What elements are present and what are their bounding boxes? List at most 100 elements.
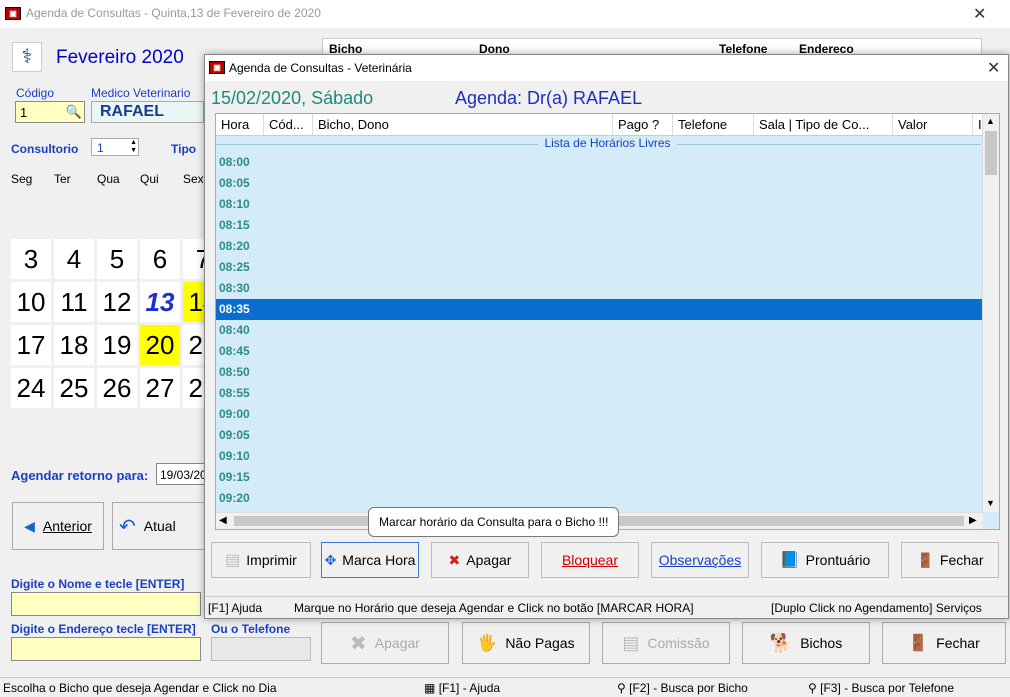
help-key-icon: ▦: [424, 681, 436, 695]
calendar-day[interactable]: 6: [140, 239, 180, 279]
bloquear-button[interactable]: Bloquear: [541, 542, 639, 578]
time-row[interactable]: 08:20: [216, 236, 983, 257]
door-exit-icon: 🚪: [908, 635, 929, 652]
schedule-grid[interactable]: Hora Cód... Bicho, Dono Pago ? Telefone …: [215, 113, 1000, 530]
retorno-value: 19/03/20: [160, 468, 206, 482]
agenda-dialog: ▣ Agenda de Consultas - Veterinária ✕ 15…: [204, 54, 1009, 619]
vertical-scrollbar[interactable]: ▲ ▼: [982, 114, 999, 512]
col-telefone[interactable]: Telefone: [673, 114, 754, 135]
time-row[interactable]: 08:00: [216, 152, 983, 173]
apagar-dialog-label: Apagar: [466, 552, 512, 568]
calendar-day-highlighted[interactable]: 20: [140, 325, 180, 365]
fechar-dialog-button[interactable]: 🚪 Fechar: [901, 542, 999, 578]
calendar-day[interactable]: 27: [140, 368, 180, 408]
calendar-day[interactable]: 5: [97, 239, 137, 279]
col-pago[interactable]: Pago ?: [613, 114, 673, 135]
scroll-down-icon[interactable]: ▼: [986, 498, 995, 508]
nao-pagas-label: Não Pagas: [505, 635, 575, 651]
main-status-bar: Escolha o Bicho que deseja Agendar e Cli…: [0, 677, 1010, 697]
telefone-input[interactable]: [211, 637, 311, 661]
vertical-scroll-thumb[interactable]: [985, 131, 997, 175]
weekday-qui: Qui: [140, 172, 159, 186]
time-row[interactable]: 08:45: [216, 341, 983, 362]
main-close-icon[interactable]: ✕: [973, 4, 986, 24]
observacoes-button[interactable]: Observações: [651, 542, 749, 578]
consultorio-spinner[interactable]: 1 ▲ ▼: [91, 138, 139, 156]
time-row[interactable]: 08:15: [216, 215, 983, 236]
fechar-main-button[interactable]: 🚪 Fechar: [882, 622, 1006, 664]
spinner-arrows-icon[interactable]: ▲ ▼: [130, 139, 137, 155]
calendar-day[interactable]: 3: [11, 239, 51, 279]
calendar-day[interactable]: 4: [54, 239, 94, 279]
time-row[interactable]: 08:25: [216, 257, 983, 278]
col-codigo[interactable]: Cód...: [264, 114, 313, 135]
apagar-main-label: Apagar: [374, 635, 420, 651]
bichos-label: Bichos: [800, 635, 843, 651]
month-label: Fevereiro 2020: [56, 47, 184, 68]
calendar-day[interactable]: 18: [54, 325, 94, 365]
endereco-input[interactable]: [11, 637, 201, 661]
anterior-button[interactable]: ◀ Anterior: [12, 502, 104, 550]
calendar-day[interactable]: 12: [97, 282, 137, 322]
codigo-field[interactable]: 1 🔍: [15, 101, 85, 123]
atual-button[interactable]: ↶ Atual: [112, 502, 207, 550]
scroll-left-icon[interactable]: ◀: [219, 515, 227, 526]
scroll-right-icon[interactable]: ▶: [969, 515, 977, 526]
nao-pagas-button[interactable]: 🖐 Não Pagas: [462, 622, 590, 664]
scroll-up-icon[interactable]: ▲: [986, 116, 995, 126]
time-row[interactable]: 09:00: [216, 404, 983, 425]
calendar-day[interactable]: 28: [183, 368, 206, 408]
time-row[interactable]: 09:05: [216, 425, 983, 446]
calendar-day[interactable]: 19: [97, 325, 137, 365]
col-bicho-dono[interactable]: Bicho, Dono: [313, 114, 613, 135]
status-f3-text: [F3] - Busca por Telefone: [820, 681, 954, 695]
dog-icon: 🐕: [769, 632, 793, 653]
bichos-button[interactable]: 🐕 Bichos: [742, 622, 870, 664]
calendar-day[interactable]: 11: [54, 282, 94, 322]
nome-input[interactable]: [11, 592, 201, 616]
time-row[interactable]: 08:40: [216, 320, 983, 341]
search-binoculars-icon[interactable]: 🔍: [66, 104, 82, 120]
nome-label: Digite o Nome e tecle [ENTER]: [11, 577, 185, 591]
calendar-day[interactable]: 17: [11, 325, 51, 365]
calendar-day[interactable]: 7: [183, 239, 206, 279]
apagar-main-button[interactable]: ✖ Apagar: [321, 622, 449, 664]
col-valor[interactable]: Valor: [893, 114, 973, 135]
col-hora[interactable]: Hora: [216, 114, 264, 135]
calendar-grid: 3 4 5 6 7 10 11 12 13 14 17 18 19 20 21 …: [11, 239, 206, 409]
dialog-status-bar: [F1] Ajuda Marque no Horário que deseja …: [205, 596, 1008, 618]
printer-icon: ▤: [225, 552, 241, 569]
col-sala-tipo[interactable]: Sala | Tipo de Co...: [754, 114, 893, 135]
door-exit-icon: 🚪: [916, 551, 934, 568]
binoculars-icon: ⚲: [617, 681, 626, 695]
status-f1-text: [F1] - Ajuda: [438, 681, 501, 695]
time-row[interactable]: 08:50: [216, 362, 983, 383]
time-row[interactable]: 08:10: [216, 194, 983, 215]
time-row[interactable]: 08:30: [216, 278, 983, 299]
dialog-close-icon[interactable]: ✕: [987, 58, 1000, 78]
time-row[interactable]: 08:05: [216, 173, 983, 194]
imprimir-label: Imprimir: [246, 552, 297, 568]
time-row[interactable]: 09:10: [216, 446, 983, 467]
grid-header: Hora Cód... Bicho, Dono Pago ? Telefone …: [216, 114, 999, 136]
printer-disabled-icon: ▤: [622, 632, 640, 653]
time-row[interactable]: 09:15: [216, 467, 983, 488]
retorno-date-field[interactable]: 19/03/20: [156, 463, 206, 485]
prontuario-button[interactable]: 📘 Prontuário: [761, 542, 889, 578]
comissao-button[interactable]: ▤ Comissão: [602, 622, 730, 664]
calendar-day[interactable]: 14: [183, 282, 206, 322]
calendar-day[interactable]: 25: [54, 368, 94, 408]
calendar-day-today[interactable]: 13: [140, 282, 180, 322]
status-f2: ⚲ [F2] - Busca por Bicho: [617, 681, 748, 695]
calendar-day[interactable]: 21: [183, 325, 206, 365]
medico-field[interactable]: RAFAEL: [91, 101, 204, 123]
calendar-day[interactable]: 10: [11, 282, 51, 322]
imprimir-button[interactable]: ▤ Imprimir: [211, 542, 311, 578]
calendar-day[interactable]: 26: [97, 368, 137, 408]
marca-hora-button[interactable]: ✥ Marca Hora: [321, 542, 419, 578]
calendar-day[interactable]: 24: [11, 368, 51, 408]
time-row[interactable]: 08:55: [216, 383, 983, 404]
time-row[interactable]: 09:20: [216, 488, 983, 509]
time-row-selected[interactable]: 08:35: [216, 299, 983, 320]
apagar-dialog-button[interactable]: ✖ Apagar: [431, 542, 529, 578]
